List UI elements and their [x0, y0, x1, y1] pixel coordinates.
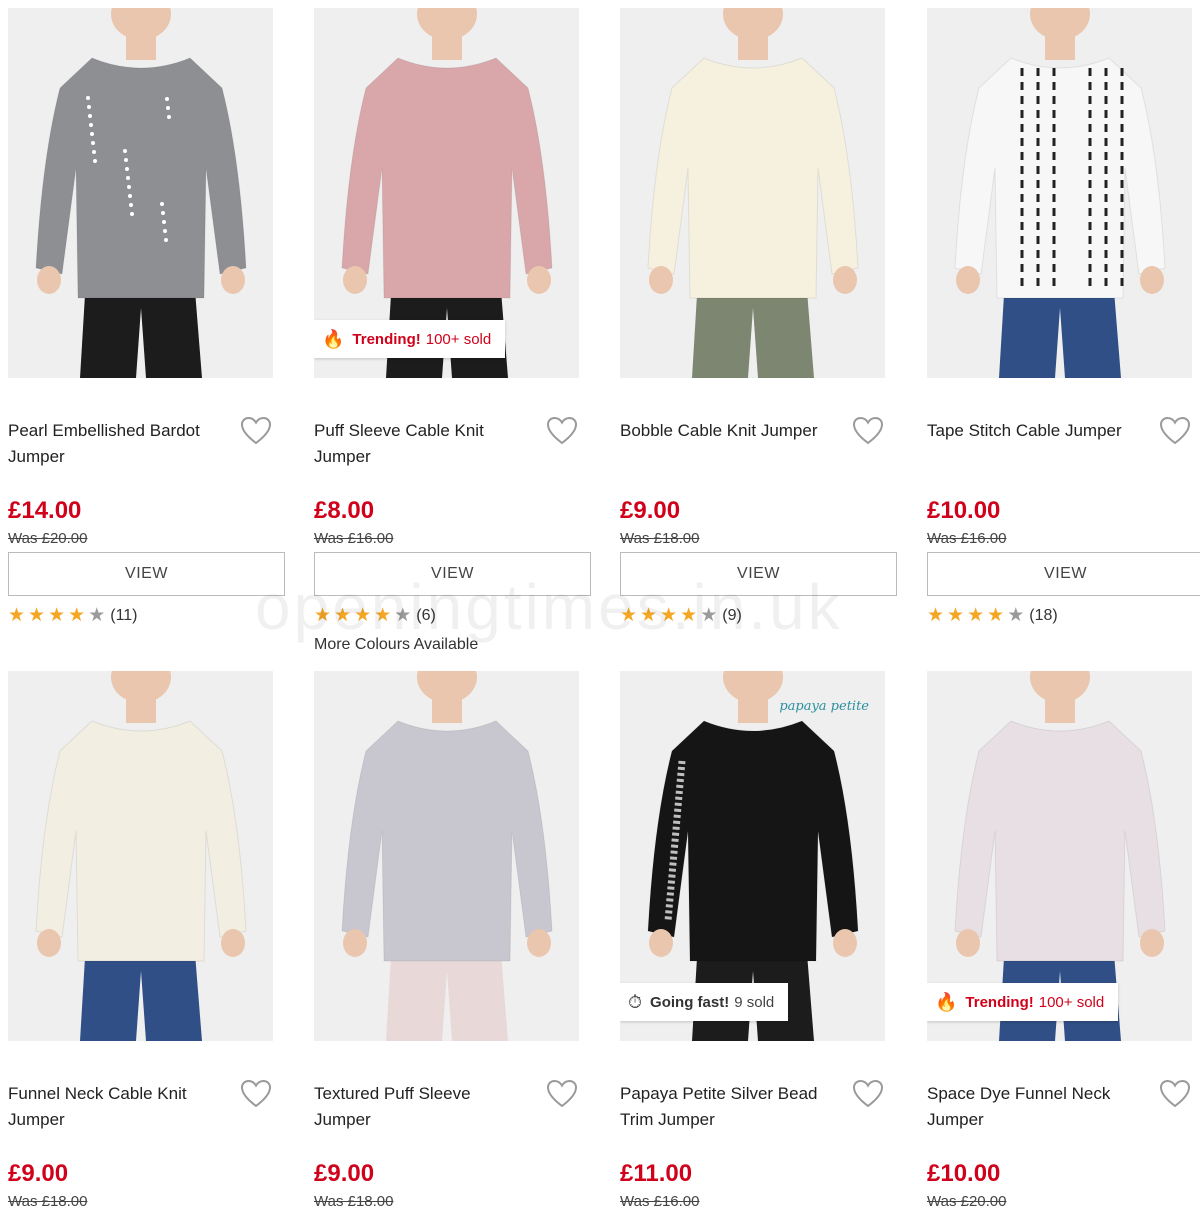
badge-count: 9 sold: [734, 993, 775, 1011]
product-image[interactable]: papaya petite ⏱ Going fast! 9 sold: [620, 671, 885, 1041]
product-card[interactable]: papaya petite ⏱ Going fast! 9 sold Papaya Pe…: [620, 671, 885, 1210]
was-price: Was £16.00: [620, 1193, 700, 1210]
star-icon: ★: [374, 605, 392, 626]
product-name[interactable]: Tape Stitch Cable Jumper: [927, 418, 1142, 444]
star-rating: ★ ★ ★ ★ ★ (18): [927, 606, 1058, 626]
star-icon: ★: [354, 605, 372, 626]
product-image[interactable]: [8, 8, 273, 378]
product-name[interactable]: Papaya Petite Silver Bead Trim Jumper: [620, 1081, 835, 1133]
star-rating: ★ ★ ★ ★ ★ (9): [620, 606, 742, 626]
was-price: Was £18.00: [8, 1193, 88, 1210]
star-icon: ★: [680, 605, 698, 626]
badge-label: Going fast!: [650, 993, 730, 1011]
trending-badge: 🔥 Trending! 100+ sold: [927, 983, 1119, 1021]
brand-logo: papaya petite: [779, 699, 869, 714]
product-name[interactable]: Funnel Neck Cable Knit Jumper: [8, 1081, 223, 1133]
review-count: (11): [110, 607, 138, 624]
sale-price: £14.00: [8, 497, 82, 524]
heart-icon[interactable]: [1159, 416, 1191, 446]
product-name[interactable]: Pearl Embellished Bardot Jumper: [8, 418, 223, 470]
was-price: Was £20.00: [927, 1193, 1007, 1210]
product-image[interactable]: 🔥 Trending! 100+ sold: [314, 8, 579, 378]
star-icon: ★: [314, 605, 332, 626]
sale-price: £11.00: [620, 1160, 693, 1187]
sale-price: £9.00: [8, 1160, 69, 1187]
product-card[interactable]: Pearl Embellished Bardot Jumper £14.00 Was…: [8, 8, 285, 668]
star-icon: ★: [28, 605, 46, 626]
view-button[interactable]: VIEW: [8, 552, 285, 596]
sale-price: £10.00: [927, 497, 1001, 524]
star-icon: ★: [1007, 605, 1025, 626]
product-card[interactable]: Funnel Neck Cable Knit Jumper £9.00 Was £1…: [8, 671, 273, 1210]
was-price: Was £18.00: [620, 530, 700, 547]
product-name[interactable]: Space Dye Funnel Neck Jumper: [927, 1081, 1142, 1133]
product-photo: [647, 8, 859, 378]
sale-price: £9.00: [620, 497, 681, 524]
product-photo: [954, 8, 1166, 378]
product-photo: [35, 671, 247, 1041]
star-icon: ★: [68, 605, 86, 626]
star-icon: ★: [640, 605, 658, 626]
star-icon: ★: [8, 605, 26, 626]
heart-icon[interactable]: [852, 1079, 884, 1109]
was-price: Was £20.00: [8, 530, 88, 547]
heart-icon[interactable]: [240, 416, 272, 446]
star-icon: ★: [660, 605, 678, 626]
product-image[interactable]: [314, 671, 579, 1041]
product-name[interactable]: Puff Sleeve Cable Knit Jumper: [314, 418, 529, 470]
badge-label: Trending!: [965, 993, 1034, 1011]
badge-label: Trending!: [352, 330, 421, 348]
fire-icon: 🔥: [322, 328, 345, 349]
fire-icon: 🔥: [935, 991, 958, 1012]
sale-price: £9.00: [314, 1160, 375, 1187]
badge-count: 100+ sold: [425, 330, 492, 348]
product-photo: [341, 671, 553, 1041]
product-card[interactable]: 🔥 Trending! 100+ sold Puff Sleeve Cable Kni…: [314, 8, 591, 668]
product-card[interactable]: 🔥 Trending! 100+ sold Space Dye Funnel Neck…: [927, 671, 1192, 1210]
going-fast-badge: ⏱ Going fast! 9 sold: [620, 983, 789, 1021]
review-count: (6): [416, 607, 436, 624]
review-count: (9): [722, 607, 742, 624]
product-image[interactable]: [620, 8, 885, 378]
product-image[interactable]: [8, 671, 273, 1041]
stopwatch-icon: ⏱: [628, 991, 643, 1012]
review-count: (18): [1029, 607, 1058, 624]
star-icon: ★: [620, 605, 638, 626]
star-rating: ★ ★ ★ ★ ★ (6): [314, 606, 436, 626]
trending-badge: 🔥 Trending! 100+ sold: [314, 320, 506, 358]
product-name[interactable]: Bobble Cable Knit Jumper: [620, 418, 835, 444]
star-icon: ★: [394, 605, 412, 626]
product-image[interactable]: [927, 8, 1192, 378]
star-icon: ★: [700, 605, 718, 626]
heart-icon[interactable]: [546, 416, 578, 446]
product-card[interactable]: Textured Puff Sleeve Jumper £9.00 Was £18.…: [314, 671, 579, 1210]
heart-icon[interactable]: [240, 1079, 272, 1109]
product-image[interactable]: 🔥 Trending! 100+ sold: [927, 671, 1192, 1041]
more-colours-link[interactable]: More Colours Available: [314, 636, 478, 654]
heart-icon[interactable]: [1159, 1079, 1191, 1109]
was-price: Was £18.00: [314, 1193, 394, 1210]
badge-count: 100+ sold: [1038, 993, 1105, 1011]
star-icon: ★: [334, 605, 352, 626]
heart-icon[interactable]: [546, 1079, 578, 1109]
view-button[interactable]: VIEW: [314, 552, 591, 596]
product-photo: [35, 8, 247, 378]
heart-icon[interactable]: [852, 416, 884, 446]
was-price: Was £16.00: [927, 530, 1007, 547]
view-button[interactable]: VIEW: [927, 552, 1200, 596]
product-card[interactable]: Bobble Cable Knit Jumper £9.00 Was £18.00 V…: [620, 8, 897, 668]
star-icon: ★: [947, 605, 965, 626]
sale-price: £10.00: [927, 1160, 1001, 1187]
star-rating: ★ ★ ★ ★ ★ (11): [8, 606, 138, 626]
star-icon: ★: [987, 605, 1005, 626]
star-icon: ★: [88, 605, 106, 626]
star-icon: ★: [48, 605, 66, 626]
star-icon: ★: [967, 605, 985, 626]
sale-price: £8.00: [314, 497, 375, 524]
product-card[interactable]: Tape Stitch Cable Jumper £10.00 Was £16.00…: [927, 8, 1200, 668]
was-price: Was £16.00: [314, 530, 394, 547]
product-name[interactable]: Textured Puff Sleeve Jumper: [314, 1081, 529, 1133]
view-button[interactable]: VIEW: [620, 552, 897, 596]
star-icon: ★: [927, 605, 945, 626]
